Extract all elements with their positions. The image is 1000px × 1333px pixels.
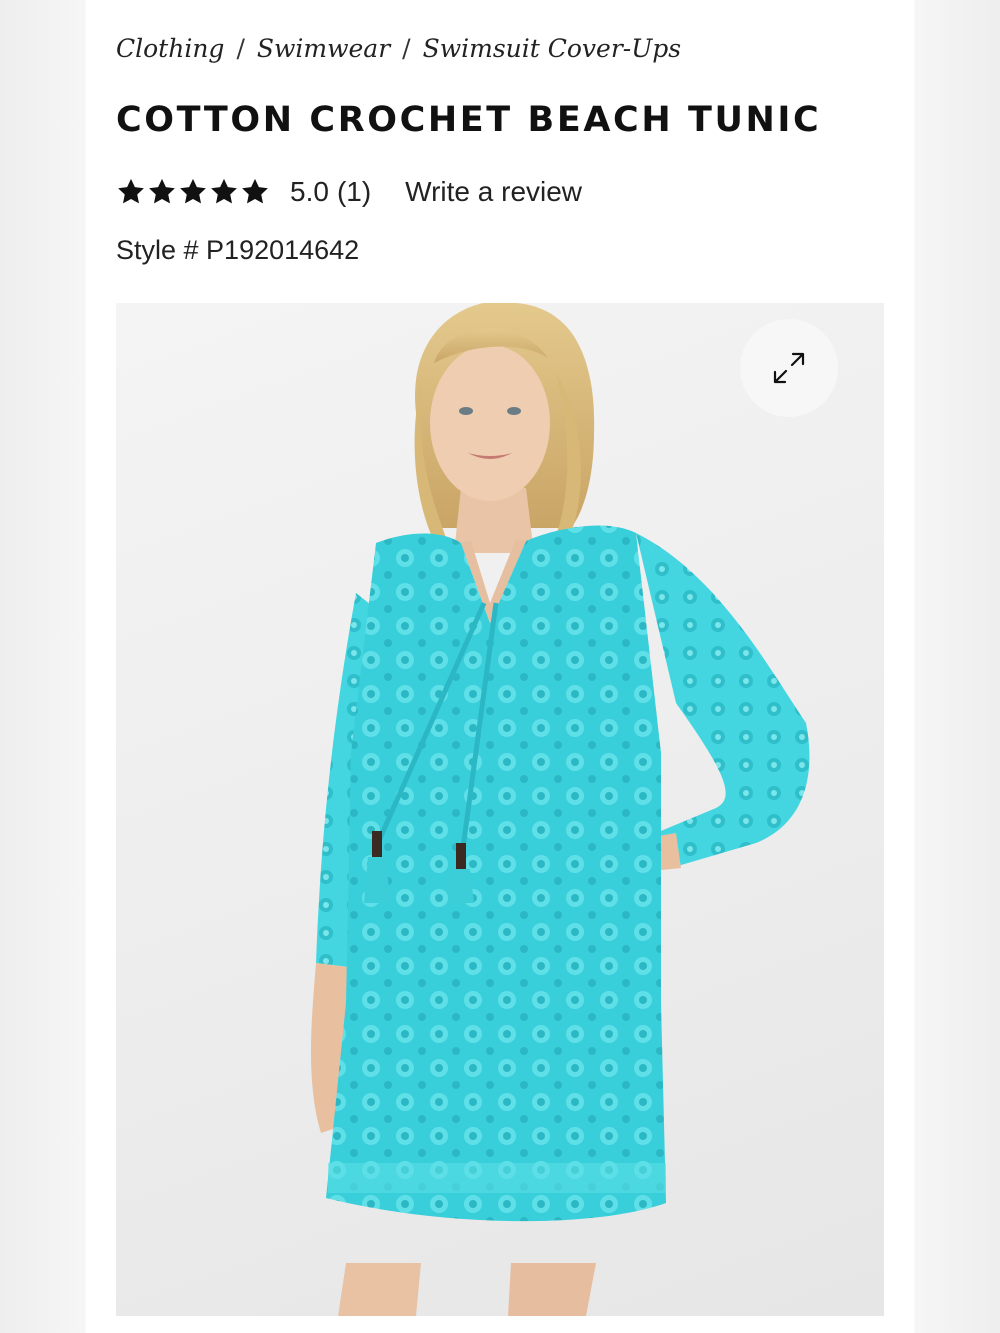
star-icon [149,178,175,204]
product-panel: Clothing / Swimwear / Swimsuit Cover-Ups COT… [86,0,914,1333]
rating-score: 5.0 [290,176,329,207]
breadcrumb: Clothing / Swimwear / Swimsuit Cover-Ups [116,34,681,63]
write-review-link[interactable]: Write a review [405,176,582,208]
page: Clothing / Swimwear / Swimsuit Cover-Ups COT… [0,0,1000,1333]
product-image[interactable] [116,303,884,1316]
star-rating[interactable] [116,177,270,207]
star-icon [242,178,268,204]
star-icon [118,178,144,204]
expand-icon [773,352,805,384]
breadcrumb-clothing[interactable]: Clothing [116,34,224,63]
star-icon [180,178,206,204]
expand-image-button[interactable] [740,319,838,417]
model-photo [311,303,810,1316]
breadcrumb-swimwear[interactable]: Swimwear [257,34,390,63]
star-icon [211,178,237,204]
rating-row: 5.0 (1) Write a review [116,172,582,212]
style-number: Style # P192014642 [116,235,360,265]
breadcrumb-separator: / [402,34,411,63]
product-title: COTTON CROCHET BEACH TUNIC [116,100,822,140]
breadcrumb-separator: / [236,34,245,63]
review-count[interactable]: (1) [337,176,371,208]
breadcrumb-swimsuit-cover-ups[interactable]: Swimsuit Cover-Ups [423,34,682,63]
